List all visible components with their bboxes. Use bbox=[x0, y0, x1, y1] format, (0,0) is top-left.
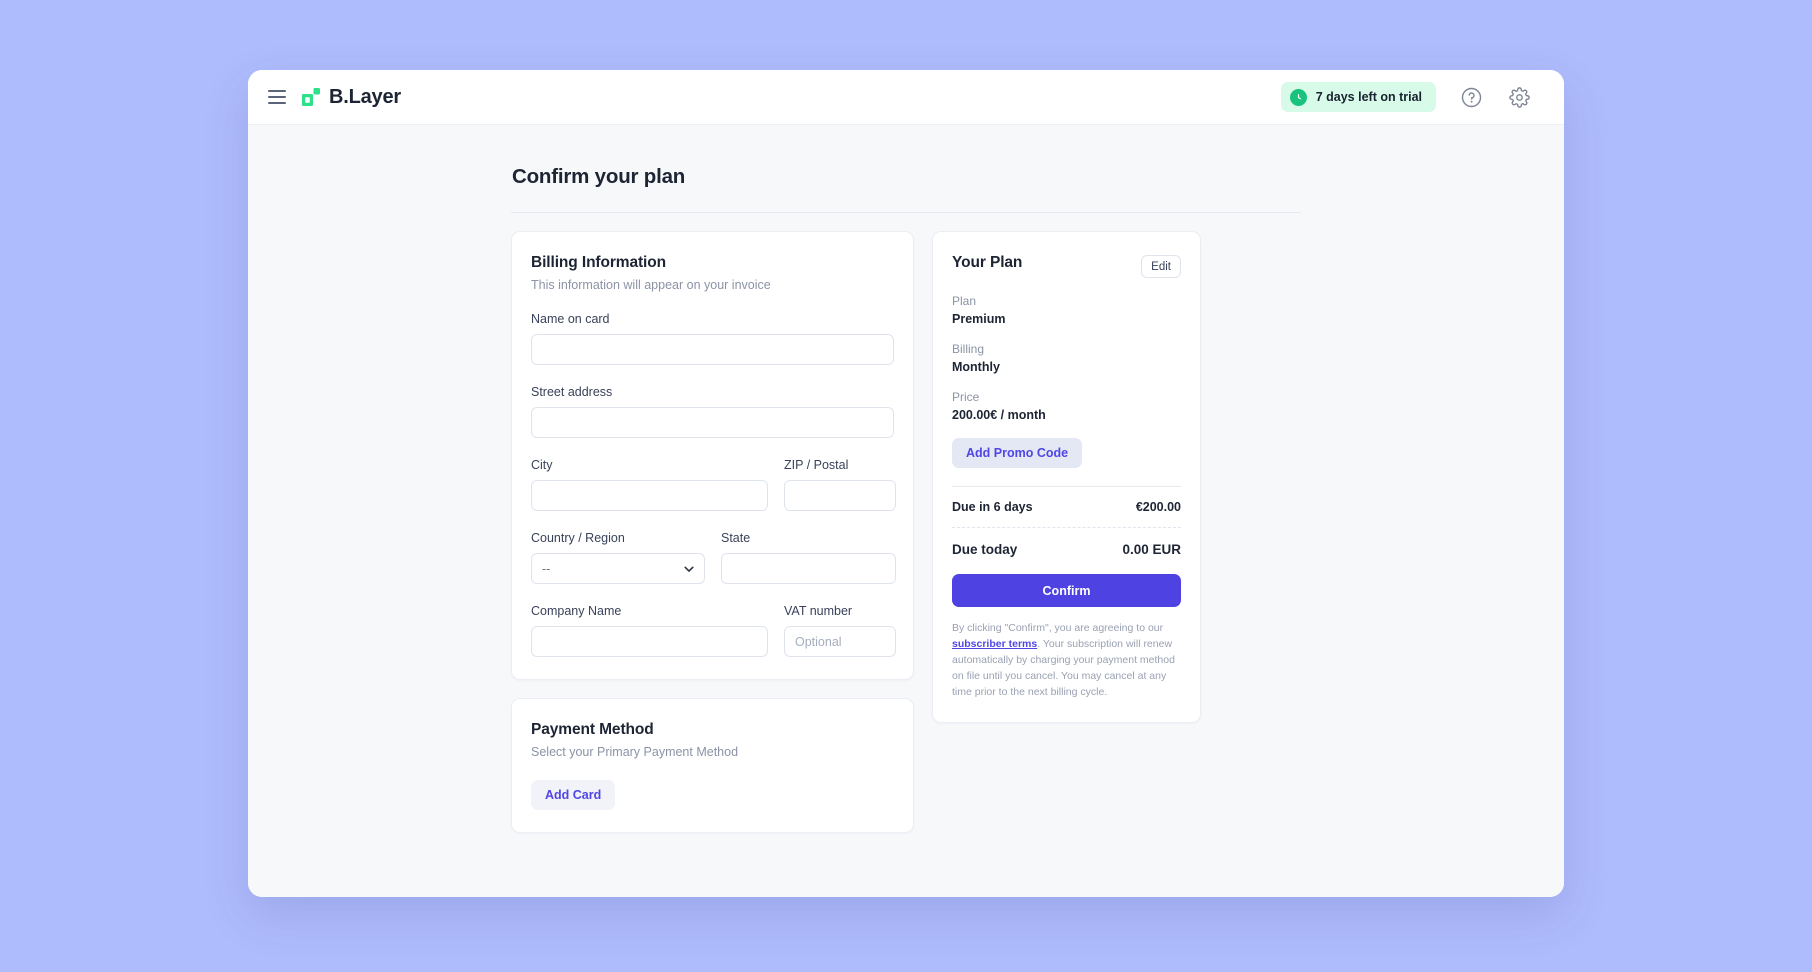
city-zip-row: City ZIP / Postal bbox=[531, 458, 896, 511]
your-plan-card: Your Plan Edit Plan Premium Billing Mont… bbox=[932, 231, 1201, 724]
plan-row-plan-key: Plan bbox=[952, 294, 977, 308]
city-input[interactable] bbox=[531, 480, 768, 511]
field-company-name: Company Name bbox=[531, 604, 768, 657]
city-label: City bbox=[531, 458, 553, 472]
blayer-logo-icon bbox=[302, 88, 320, 106]
country-label: Country / Region bbox=[531, 531, 625, 545]
help-circle-icon[interactable] bbox=[1458, 84, 1484, 110]
title-divider bbox=[511, 212, 1301, 213]
terms-text: By clicking "Confirm", you are agreeing … bbox=[952, 620, 1181, 700]
billing-information-card: Billing Information This information wil… bbox=[511, 231, 914, 680]
due-today-label: Due today bbox=[952, 542, 1018, 557]
street-address-input[interactable] bbox=[531, 407, 894, 438]
field-city: City bbox=[531, 458, 768, 511]
brand-logo[interactable]: B.Layer bbox=[302, 86, 401, 109]
payment-method-title: Payment Method bbox=[531, 721, 654, 738]
terms-before: By clicking "Confirm", you are agreeing … bbox=[952, 622, 1164, 634]
plan-row-price: Price 200.00€ / month bbox=[952, 390, 1181, 422]
payment-method-subtitle: Select your Primary Payment Method bbox=[531, 745, 739, 759]
columns: Billing Information This information wil… bbox=[511, 231, 1301, 833]
company-name-input[interactable] bbox=[531, 626, 768, 657]
plan-row-price-key: Price bbox=[952, 390, 980, 404]
due-today-row: Due today 0.00 EUR bbox=[952, 528, 1181, 571]
plan-row-plan-value: Premium bbox=[952, 312, 1006, 326]
add-card-button[interactable]: Add Card bbox=[531, 780, 616, 810]
due-today-amount: 0.00 EUR bbox=[1122, 542, 1181, 557]
name-on-card-label: Name on card bbox=[531, 312, 610, 326]
billing-title: Billing Information bbox=[531, 254, 667, 271]
plan-row-billing-key: Billing bbox=[952, 342, 985, 356]
field-country: Country / Region -- bbox=[531, 531, 705, 584]
trial-badge-label: 7 days left on trial bbox=[1315, 90, 1422, 104]
country-select[interactable]: -- bbox=[531, 553, 705, 584]
field-street-address: Street address bbox=[531, 385, 894, 438]
page-title: Confirm your plan bbox=[512, 165, 686, 188]
country-select-wrap: -- bbox=[531, 553, 705, 584]
plan-title: Your Plan bbox=[952, 254, 1023, 271]
state-label: State bbox=[721, 531, 751, 545]
trial-badge[interactable]: 7 days left on trial bbox=[1280, 82, 1436, 112]
gear-icon[interactable] bbox=[1506, 84, 1532, 110]
edit-plan-button[interactable]: Edit bbox=[1141, 255, 1181, 278]
due-later-amount: €200.00 bbox=[1135, 500, 1181, 514]
billing-subtitle: This information will appear on your inv… bbox=[531, 278, 771, 292]
plan-header: Your Plan Edit bbox=[952, 254, 1181, 278]
hamburger-menu-icon[interactable] bbox=[268, 86, 290, 108]
add-promo-code-button[interactable]: Add Promo Code bbox=[952, 438, 1083, 468]
content-inner: Confirm your plan Billing Information Th… bbox=[511, 125, 1301, 833]
payment-method-card: Payment Method Select your Primary Payme… bbox=[511, 698, 914, 833]
plan-row-price-value: 200.00€ / month bbox=[952, 408, 1046, 422]
brand-name: B.Layer bbox=[329, 85, 401, 108]
field-vat-number: VAT number bbox=[784, 604, 896, 657]
due-later-row: Due in 6 days €200.00 bbox=[952, 487, 1181, 527]
right-column: Your Plan Edit Plan Premium Billing Mont… bbox=[932, 231, 1201, 724]
field-zip: ZIP / Postal bbox=[784, 458, 896, 511]
name-on-card-input[interactable] bbox=[531, 334, 894, 365]
content-area: Confirm your plan Billing Information Th… bbox=[248, 125, 1564, 897]
zip-label: ZIP / Postal bbox=[784, 458, 849, 472]
app-window: B.Layer 7 days left on trial Confirm you… bbox=[248, 70, 1564, 897]
field-state: State bbox=[721, 531, 896, 584]
confirm-button[interactable]: Confirm bbox=[952, 574, 1181, 607]
state-input[interactable] bbox=[721, 553, 896, 584]
due-later-label: Due in 6 days bbox=[952, 500, 1033, 514]
vat-number-input[interactable] bbox=[784, 626, 896, 657]
left-column: Billing Information This information wil… bbox=[511, 231, 914, 833]
zip-input[interactable] bbox=[784, 480, 896, 511]
top-bar: B.Layer 7 days left on trial bbox=[248, 70, 1564, 125]
plan-row-billing-value: Monthly bbox=[952, 360, 1000, 374]
vat-number-label: VAT number bbox=[784, 604, 853, 618]
country-state-row: Country / Region -- State bbox=[531, 531, 896, 584]
plan-row-plan: Plan Premium bbox=[952, 294, 1181, 326]
plan-row-billing: Billing Monthly bbox=[952, 342, 1181, 374]
field-name-on-card: Name on card bbox=[531, 312, 894, 365]
company-name-label: Company Name bbox=[531, 604, 622, 618]
clock-icon bbox=[1289, 88, 1307, 106]
street-address-label: Street address bbox=[531, 385, 613, 399]
company-vat-row: Company Name VAT number bbox=[531, 604, 896, 657]
subscriber-terms-link[interactable]: subscriber terms bbox=[952, 638, 1037, 650]
